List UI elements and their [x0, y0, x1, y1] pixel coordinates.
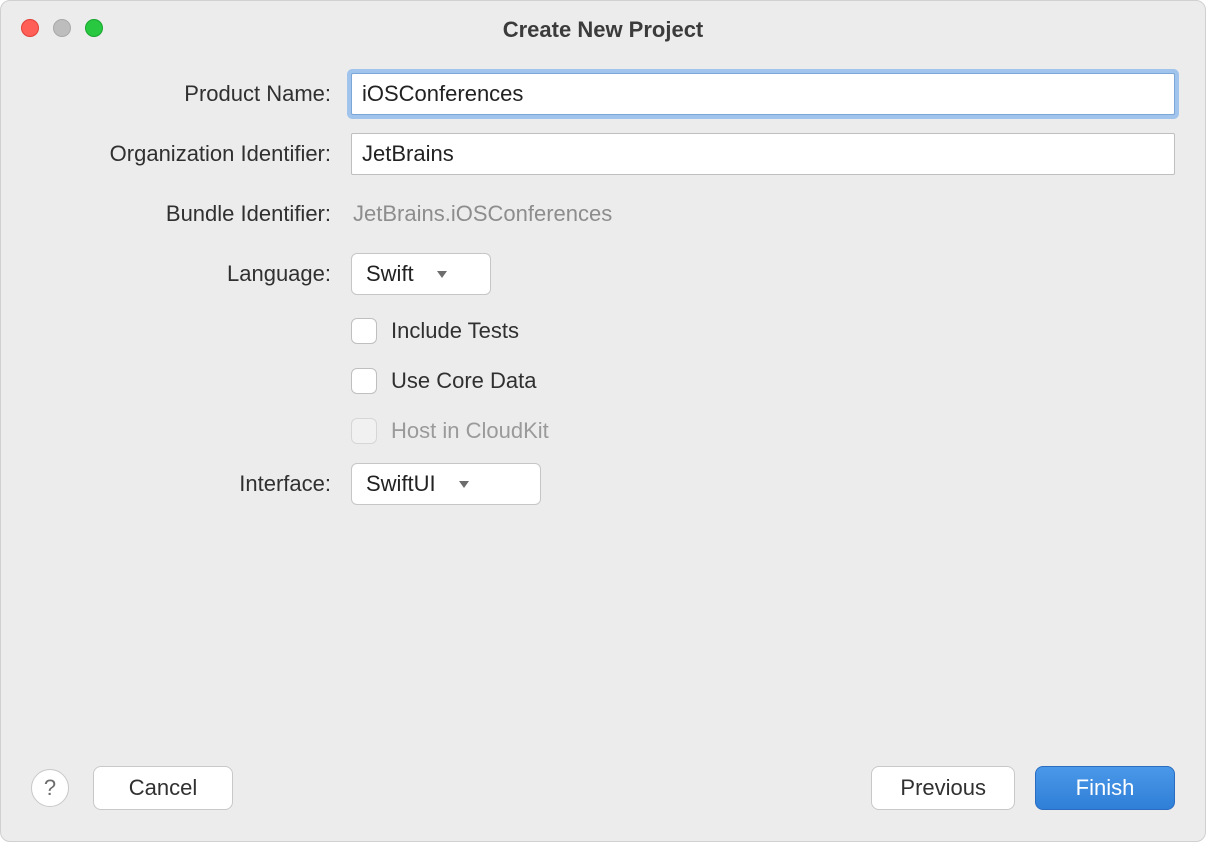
- language-label: Language:: [31, 261, 351, 287]
- interface-select[interactable]: SwiftUI: [351, 463, 541, 505]
- language-select[interactable]: Swift: [351, 253, 491, 295]
- help-icon: ?: [44, 775, 56, 801]
- chevron-down-icon: [432, 269, 452, 279]
- product-name-input[interactable]: [351, 73, 1175, 115]
- organization-identifier-input[interactable]: [351, 133, 1175, 175]
- use-core-data-label: Use Core Data: [391, 368, 537, 394]
- help-button[interactable]: ?: [31, 769, 69, 807]
- interface-label: Interface:: [31, 471, 351, 497]
- close-window-button[interactable]: [21, 19, 39, 37]
- bundle-identifier-value: JetBrains.iOSConferences: [351, 201, 612, 227]
- chevron-down-icon: [454, 479, 474, 489]
- interface-select-value: SwiftUI: [366, 471, 454, 497]
- host-in-cloudkit-label: Host in CloudKit: [391, 418, 549, 444]
- language-select-value: Swift: [366, 261, 432, 287]
- dialog-footer: ? Cancel Previous Finish: [1, 755, 1205, 841]
- use-core-data-checkbox[interactable]: [351, 368, 377, 394]
- previous-button[interactable]: Previous: [871, 766, 1015, 810]
- finish-button[interactable]: Finish: [1035, 766, 1175, 810]
- create-project-dialog: Create New Project Product Name: Organiz…: [0, 0, 1206, 842]
- include-tests-label: Include Tests: [391, 318, 519, 344]
- zoom-window-button[interactable]: [85, 19, 103, 37]
- cancel-button[interactable]: Cancel: [93, 766, 233, 810]
- organization-identifier-label: Organization Identifier:: [31, 141, 351, 167]
- host-in-cloudkit-checkbox: [351, 418, 377, 444]
- bundle-identifier-label: Bundle Identifier:: [31, 201, 351, 227]
- include-tests-checkbox[interactable]: [351, 318, 377, 344]
- titlebar: Create New Project: [1, 1, 1205, 53]
- window-title: Create New Project: [503, 11, 704, 43]
- traffic-lights: [21, 19, 103, 37]
- form-area: Product Name: Organization Identifier: B…: [1, 53, 1205, 505]
- product-name-label: Product Name:: [31, 81, 351, 107]
- minimize-window-button[interactable]: [53, 19, 71, 37]
